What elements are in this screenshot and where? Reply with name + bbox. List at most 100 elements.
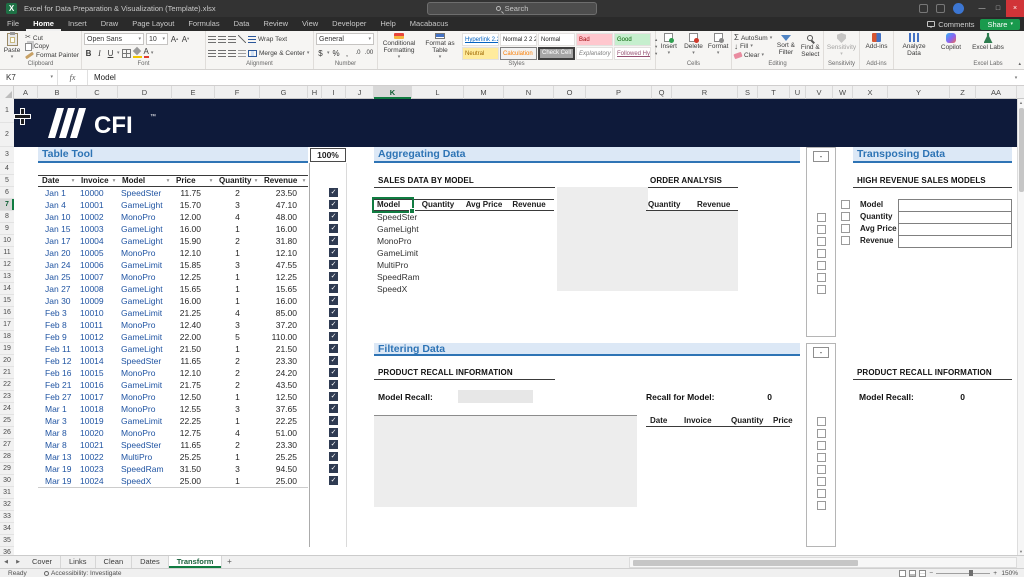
align-middle-button[interactable] (218, 36, 226, 43)
cell-C7[interactable]: 10001 (77, 199, 118, 211)
add-ins-button[interactable]: Add-ins (862, 33, 891, 60)
row-checkbox-30[interactable]: ✓ (329, 476, 338, 485)
column-header-s[interactable]: S (738, 86, 758, 99)
cell-F18[interactable]: 5 (215, 331, 260, 343)
currency-button[interactable]: $ (316, 48, 325, 59)
row-header-11[interactable]: 11 (0, 247, 14, 259)
cell-D24[interactable]: MonoPro (118, 403, 172, 415)
cell-E18[interactable]: 22.00 (172, 331, 215, 343)
cell-E17[interactable]: 12.40 (172, 319, 215, 331)
recall-filter-checkbox-26[interactable] (817, 429, 826, 438)
row-checkbox-15[interactable]: ✓ (329, 296, 338, 305)
copy-button[interactable]: Copy (25, 43, 79, 51)
cell-F7[interactable]: 3 (215, 199, 260, 211)
sheet-tab-cover[interactable]: Cover (24, 556, 61, 568)
column-header-g[interactable]: G (260, 86, 308, 99)
transpose-checkbox-9[interactable] (841, 224, 850, 233)
cell-E11[interactable]: 12.10 (172, 247, 215, 259)
name-box[interactable]: K7▾ (0, 70, 58, 85)
recall-filter-checkbox-29[interactable] (817, 465, 826, 474)
cell-F10[interactable]: 2 (215, 235, 260, 247)
cell-style-explanatory-t-[interactable]: Explanatory T... (576, 47, 613, 60)
cell-C25[interactable]: 10019 (77, 415, 118, 427)
cell-G8[interactable]: 48.00 (260, 211, 308, 223)
copilot-button[interactable]: Copilot (936, 33, 966, 60)
format-cells-button[interactable]: Format▾ (707, 33, 729, 60)
row-checkbox-17[interactable]: ✓ (329, 320, 338, 329)
row-header-32[interactable]: 32 (0, 499, 14, 511)
filter-arrow-model[interactable]: ▾ (165, 177, 171, 185)
cell-C18[interactable]: 10012 (77, 331, 118, 343)
cell-G9[interactable]: 16.00 (260, 223, 308, 235)
cell-G12[interactable]: 47.55 (260, 259, 308, 271)
column-header-r[interactable]: R (672, 86, 738, 99)
format-painter-button[interactable]: Format Painter (25, 51, 79, 59)
filter-arrow-date[interactable]: ▾ (70, 177, 76, 185)
ribbon-tab-developer[interactable]: Developer (325, 17, 373, 31)
cell-B29[interactable]: Mar 19 (38, 463, 77, 475)
cell-D17[interactable]: MonoPro (118, 319, 172, 331)
row-header-29[interactable]: 29 (0, 463, 14, 475)
cell-G21[interactable]: 24.20 (260, 367, 308, 379)
model-filter-checkbox-9[interactable] (817, 225, 826, 234)
row-header-27[interactable]: 27 (0, 439, 14, 451)
row-header-33[interactable]: 33 (0, 511, 14, 523)
cell-B22[interactable]: Feb 21 (38, 379, 77, 391)
cell-D20[interactable]: SpeedSter (118, 355, 172, 367)
cell-E30[interactable]: 25.00 (172, 475, 215, 487)
cell-B23[interactable]: Feb 27 (38, 391, 77, 403)
ribbon-tab-macabacus[interactable]: Macabacus (403, 17, 455, 31)
cell-style-hyperlink-2-2[interactable]: Hyperlink 2.2 (462, 33, 499, 46)
cell-X7[interactable]: Model (860, 199, 900, 211)
row-header-20[interactable]: 20 (0, 355, 14, 367)
cell-E15[interactable]: 16.00 (172, 295, 215, 307)
cell-D7[interactable]: GameLight (118, 199, 172, 211)
recall-filter-checkbox-31[interactable] (817, 489, 826, 498)
cell-B28[interactable]: Mar 13 (38, 451, 77, 463)
model-filter-checkbox-12[interactable] (817, 261, 826, 270)
cell-style-normal-2-2-2[interactable]: Normal 2 2 2 (500, 33, 537, 46)
select-all-button[interactable] (0, 86, 14, 99)
cell-S25[interactable]: Quantity (731, 415, 771, 427)
cell-G20[interactable]: 23.30 (260, 355, 308, 367)
cell-F24[interactable]: 3 (215, 403, 260, 415)
ribbon-tab-file[interactable]: File (0, 17, 26, 31)
cell-E10[interactable]: 15.90 (172, 235, 215, 247)
cell-F25[interactable]: 1 (215, 415, 260, 427)
zoom-slider-thumb[interactable] (969, 570, 973, 576)
cell-D5[interactable]: Model (118, 175, 172, 187)
model-filter-checkbox-13[interactable] (817, 273, 826, 282)
row-header-18[interactable]: 18 (0, 331, 14, 343)
cell-L7[interactable]: Quantity (412, 199, 464, 211)
sheet-tab-links[interactable]: Links (61, 556, 96, 568)
delete-cells-button[interactable]: Delete▾ (683, 33, 705, 60)
font-color-button[interactable]: A (144, 48, 149, 58)
row-checkbox-11[interactable]: ✓ (329, 248, 338, 257)
row-checkbox-18[interactable]: ✓ (329, 332, 338, 341)
cell-C29[interactable]: 10023 (77, 463, 118, 475)
row-header-5[interactable]: 5 (0, 175, 14, 187)
sensitivity-button[interactable]: Sensitivity▾ (826, 33, 857, 60)
cell-D26[interactable]: MonoPro (118, 427, 172, 439)
formula-bar-expand-button[interactable]: ▾ (1008, 70, 1024, 85)
row-checkbox-13[interactable]: ✓ (329, 272, 338, 281)
cell-C6[interactable]: 10000 (77, 187, 118, 199)
filter-arrow-invoice[interactable]: ▾ (111, 177, 117, 185)
row-checkbox-19[interactable]: ✓ (329, 344, 338, 353)
sheet-nav-right[interactable]: ▶ (12, 556, 24, 568)
column-header-h[interactable]: H (308, 86, 322, 99)
recall-filter-checkbox-27[interactable] (817, 441, 826, 450)
cell-C17[interactable]: 10011 (77, 319, 118, 331)
row-header-3[interactable]: 3 (0, 147, 14, 163)
add-sheet-button[interactable]: + (222, 556, 236, 568)
ribbon-tab-draw[interactable]: Draw (94, 17, 126, 31)
row-checkbox-14[interactable]: ✓ (329, 284, 338, 293)
row-header-26[interactable]: 26 (0, 427, 14, 439)
row-header-21[interactable]: 21 (0, 367, 14, 379)
column-header-v[interactable]: V (806, 86, 833, 99)
column-header-b[interactable]: B (38, 86, 77, 99)
ribbon-tab-review[interactable]: Review (256, 17, 295, 31)
column-header-e[interactable]: E (172, 86, 215, 99)
row-header-30[interactable]: 30 (0, 475, 14, 487)
row-checkbox-10[interactable]: ✓ (329, 236, 338, 245)
